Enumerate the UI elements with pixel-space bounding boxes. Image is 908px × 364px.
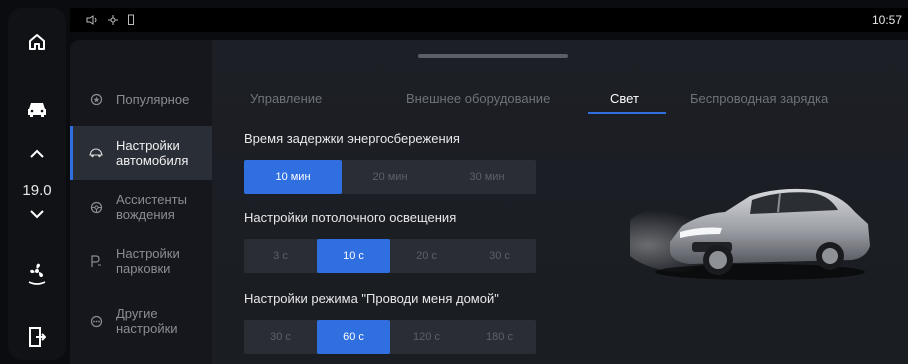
vehicle-illustration xyxy=(620,160,880,290)
ceiling-light-selector: 3 с 10 с 20 с 30 с xyxy=(244,239,536,273)
home-option-180s[interactable]: 180 с xyxy=(463,320,536,354)
climate-button[interactable] xyxy=(8,260,66,286)
sidebar-item-parking-settings[interactable]: Настройки парковки xyxy=(70,234,212,288)
battery-icon xyxy=(128,14,134,25)
volume-icon xyxy=(86,14,97,25)
home-option-120s[interactable]: 120 с xyxy=(390,320,463,354)
tab-light[interactable]: Свет xyxy=(610,91,639,106)
temperature-value: 19.0 xyxy=(22,182,52,199)
ceiling-option-3s[interactable]: 3 с xyxy=(244,239,317,273)
energy-saving-selector: 10 мин 20 мин 30 мин xyxy=(244,160,536,194)
energy-option-10min[interactable]: 10 мин xyxy=(244,160,342,194)
home-option-30s[interactable]: 30 с xyxy=(244,320,317,354)
ceiling-option-30s[interactable]: 30 с xyxy=(463,239,536,273)
car-outline-icon xyxy=(88,145,104,161)
chevron-up-icon xyxy=(30,149,44,158)
energy-option-20min[interactable]: 20 мин xyxy=(342,160,438,194)
tab-external-equipment[interactable]: Внешнее оборудование xyxy=(406,91,550,106)
clock: 10:57 xyxy=(871,13,902,27)
sidebar-item-label: Ассистенты вождения xyxy=(116,192,187,222)
status-icons xyxy=(86,14,134,25)
home-option-60s[interactable]: 60 с xyxy=(317,320,390,354)
temperature-display: 19.0 xyxy=(8,182,66,199)
settings-sidebar: Популярное Настройки автомобиля Ассистен… xyxy=(70,40,212,364)
active-tab-indicator xyxy=(588,112,666,114)
star-icon xyxy=(88,91,104,107)
sidebar-item-label: Настройки парковки xyxy=(116,246,180,276)
tab-control[interactable]: Управление xyxy=(250,91,322,106)
follow-me-home-title: Настройки режима "Проводи меня домой" xyxy=(244,291,499,306)
side-dock: 19.0 xyxy=(8,8,66,360)
exit-button[interactable] xyxy=(8,326,66,348)
exit-icon xyxy=(29,327,46,347)
status-bar: 10:57 xyxy=(70,8,908,32)
home-icon xyxy=(29,34,45,50)
ceiling-light-title: Настройки потолочного освещения xyxy=(244,210,457,225)
tab-wireless-charging[interactable]: Беспроводная зарядка xyxy=(690,91,828,106)
drag-handle[interactable] xyxy=(418,54,568,58)
temp-down-button[interactable] xyxy=(8,208,66,220)
bluetooth-icon xyxy=(108,14,118,25)
energy-option-30min[interactable]: 30 мин xyxy=(438,160,536,194)
car-display: 19.0 10:57 Популярное Настройки автомоби… xyxy=(0,0,908,364)
car-icon xyxy=(28,103,46,117)
temp-up-button[interactable] xyxy=(8,148,66,160)
sidebar-item-other-settings[interactable]: Другие настройки xyxy=(70,294,212,348)
sidebar-item-popular[interactable]: Популярное xyxy=(70,72,212,126)
sidebar-item-label: Популярное xyxy=(116,91,190,107)
vehicle-button[interactable] xyxy=(8,100,66,118)
sidebar-item-driving-assistants[interactable]: Ассистенты вождения xyxy=(70,180,212,234)
ceiling-option-20s[interactable]: 20 с xyxy=(390,239,463,273)
fan-icon xyxy=(28,263,46,285)
home-button[interactable] xyxy=(8,32,66,52)
sidebar-item-vehicle-settings[interactable]: Настройки автомобиля xyxy=(70,126,212,180)
more-icon xyxy=(88,313,104,329)
sidebar-item-label: Другие настройки xyxy=(116,306,178,336)
follow-me-home-selector: 30 с 60 с 120 с 180 с xyxy=(244,320,536,354)
sidebar-item-label: Настройки автомобиля xyxy=(116,138,189,168)
chevron-down-icon xyxy=(30,210,44,219)
parking-icon xyxy=(88,253,104,269)
ceiling-option-10s[interactable]: 10 с xyxy=(317,239,390,273)
steering-icon xyxy=(88,199,104,215)
settings-panel: Популярное Настройки автомобиля Ассистен… xyxy=(70,40,908,364)
energy-saving-title: Время задержки энергосбережения xyxy=(244,131,460,146)
car-image xyxy=(620,188,870,280)
